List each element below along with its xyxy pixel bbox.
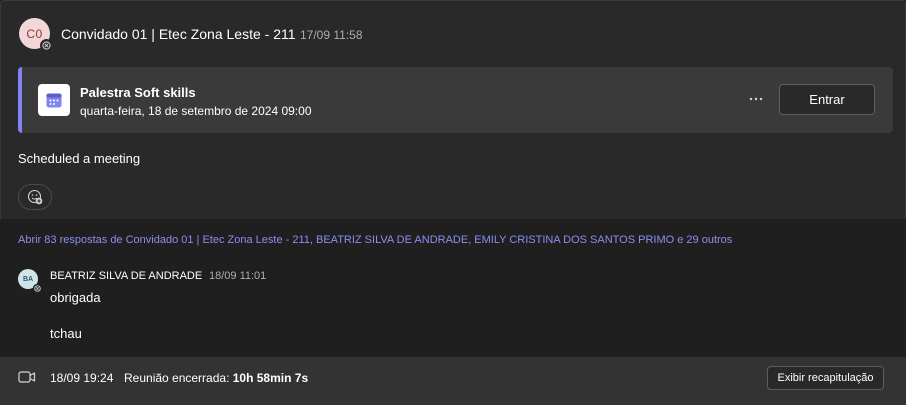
offline-status-icon <box>33 284 41 292</box>
video-camera-icon <box>18 371 36 383</box>
more-options-icon[interactable] <box>746 89 766 109</box>
view-recap-button[interactable]: Exibir recapitulação <box>767 366 884 390</box>
calendar-icon <box>38 84 70 116</box>
post-timestamp: 17/09 11:58 <box>300 28 363 42</box>
reply-timestamp: 18/09 11:01 <box>209 270 267 282</box>
meeting-title[interactable]: Palestra Soft skills <box>80 85 196 100</box>
meeting-status: Reunião encerrada: 10h 58min 7s <box>124 371 308 385</box>
open-replies-link[interactable]: Abrir 83 respostas de Convidado 01 | Ete… <box>18 234 732 246</box>
meeting-post: C0 Convidado 01 | Etec Zona Leste - 211 … <box>0 0 906 219</box>
meeting-status-label: Reunião encerrada: <box>124 371 230 385</box>
join-meeting-button[interactable]: Entrar <box>779 84 875 115</box>
offline-status-icon <box>40 39 53 52</box>
reply-avatar[interactable]: BA <box>18 269 41 292</box>
reply-author[interactable]: BEATRIZ SILVA DE ANDRADE <box>50 270 202 282</box>
meeting-ended-bar: 18/09 19:24 Reunião encerrada: 10h 58min… <box>0 357 906 405</box>
meeting-end-time: 18/09 19:24 <box>50 371 114 385</box>
add-reaction-icon <box>27 189 43 205</box>
post-message: Scheduled a meeting <box>18 151 141 166</box>
reply-message: obrigada <box>50 290 101 305</box>
post-author[interactable]: Convidado 01 | Etec Zona Leste - 211 <box>61 26 296 42</box>
reply-avatar-initials: BA <box>22 275 34 283</box>
avatar-initials: C0 <box>26 26 43 41</box>
reply-message: tchau <box>50 326 82 341</box>
meeting-card[interactable]: Palestra Soft skills quarta-feira, 18 de… <box>18 67 893 133</box>
meeting-date: quarta-feira, 18 de setembro de 2024 09:… <box>80 104 312 118</box>
author-avatar[interactable]: C0 <box>19 18 53 52</box>
meeting-duration: 10h 58min 7s <box>232 371 309 385</box>
add-reaction-button[interactable] <box>18 184 52 210</box>
